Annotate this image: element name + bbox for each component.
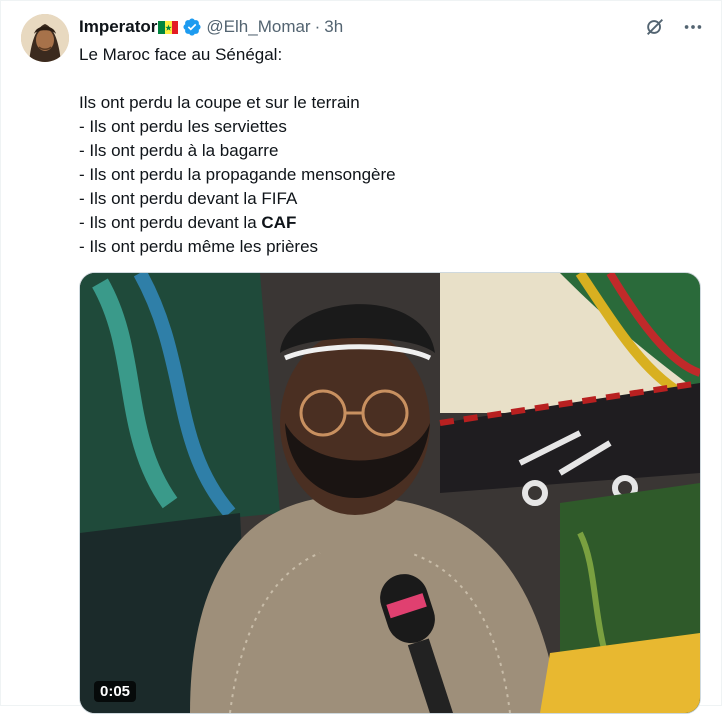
grok-icon[interactable] <box>643 15 667 39</box>
tweet-line: - Ils ont perdu devant la FIFA <box>79 189 298 208</box>
tweet-text: Le Maroc face au Sénégal: Ils ont perdu l… <box>79 43 701 259</box>
separator-dot: · <box>314 17 321 36</box>
video-duration: 0:05 <box>94 681 137 702</box>
video-frame <box>80 273 700 713</box>
tweet-card[interactable]: Imperator @Elh_Momar · 3h Le Maroc face … <box>0 0 722 714</box>
verified-badge-icon <box>182 17 202 37</box>
header-actions <box>643 15 705 39</box>
caf-bold-text: CAF <box>261 213 297 232</box>
author-handle[interactable]: @Elh_Momar <box>206 17 310 37</box>
tweet-line: - Ils ont perdu à la bagarre <box>79 141 279 160</box>
tweet-line: - Ils ont perdu les serviettes <box>79 117 287 136</box>
tweet-line: - Ils ont perdu la propagande mensongère <box>79 165 396 184</box>
tweet-line <box>79 67 701 91</box>
timestamp[interactable]: 3h <box>324 17 343 37</box>
tweet-line-prefix: - Ils ont perdu devant la <box>79 213 262 232</box>
author-name[interactable]: Imperator <box>79 17 157 37</box>
tweet-line: - Ils ont perdu même les prières <box>79 237 319 256</box>
tweet-header: Imperator @Elh_Momar · 3h <box>79 15 705 39</box>
avatar[interactable] <box>21 14 69 62</box>
more-icon[interactable] <box>681 15 705 39</box>
video-player[interactable]: 0:05 <box>79 272 701 714</box>
senegal-flag-icon <box>158 20 179 34</box>
avatar-image <box>21 14 69 62</box>
tweet-line: Ils ont perdu la coupe et sur le terrain <box>79 93 360 112</box>
tweet-line: Le Maroc face au Sénégal: <box>79 45 283 64</box>
tweet-line: - Ils ont perdu devant la CAF <box>79 211 701 235</box>
